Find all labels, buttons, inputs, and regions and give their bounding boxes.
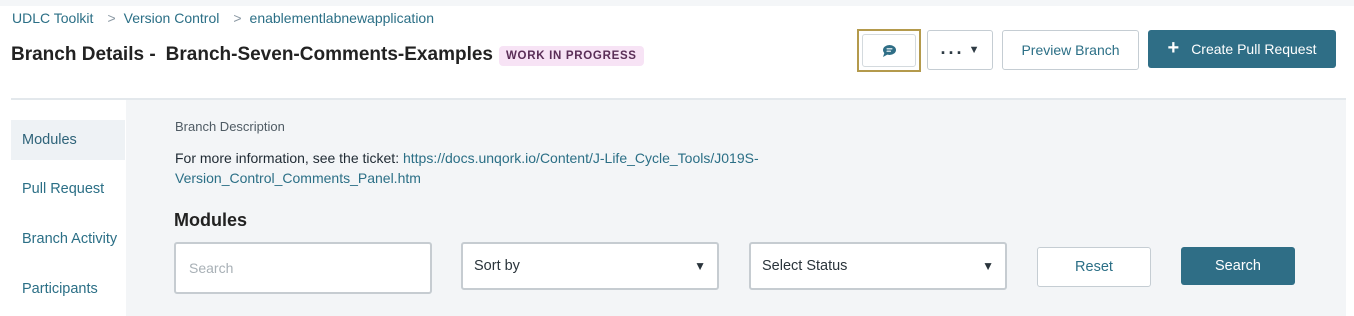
comment-bubble-icon [883,44,896,57]
reset-button[interactable]: Reset [1037,247,1151,287]
breadcrumb: UDLC Toolkit > Version Control > enablem… [12,10,434,26]
more-dots: ... [940,37,965,58]
sort-by-label: Sort by [474,258,520,274]
sidebar-item-participants[interactable]: Participants [11,269,125,309]
sort-by-select[interactable]: Sort by ▼ [461,242,719,290]
breadcrumb-separator: > [233,10,242,26]
comments-button-inner[interactable] [862,34,916,67]
breadcrumb-udlc-toolkit[interactable]: UDLC Toolkit [12,10,93,26]
top-border [0,0,1354,6]
create-pull-request-label: Create Pull Request [1191,41,1317,57]
breadcrumb-application[interactable]: enablementlabnewapplication [250,10,434,26]
modules-section-title: Modules [174,210,248,230]
branch-description-intro: For more information, see the ticket: [175,150,403,166]
chevron-down-icon: ▼ [982,259,994,273]
branch-name: Branch-Seven-Comments-Examples [165,44,493,65]
sidebar-item-pull-request[interactable]: Pull Request [11,169,125,209]
branch-description-text: For more information, see the ticket: ht… [175,148,875,188]
more-options-button[interactable]: ... ▼ [927,30,993,70]
branch-description-label: Branch Description [175,119,285,134]
comments-button[interactable] [857,29,921,72]
sidebar-item-modules[interactable]: Modules [11,120,125,160]
search-input[interactable] [174,242,432,294]
breadcrumb-version-control[interactable]: Version Control [124,10,220,26]
status-badge: WORK IN PROGRESS [499,46,644,66]
page-title: Branch Details - Branch-Seven-Comments-E… [11,44,493,66]
chevron-down-icon: ▼ [968,44,980,56]
preview-branch-button[interactable]: Preview Branch [1002,30,1139,70]
create-pull-request-button[interactable]: + Create Pull Request [1148,30,1336,68]
status-select-label: Select Status [762,258,848,274]
chevron-down-icon: ▼ [694,259,706,273]
page-title-prefix: Branch Details - [11,44,156,65]
plus-icon: + [1167,36,1180,59]
sidebar-item-branch-activity[interactable]: Branch Activity [11,219,125,259]
search-button[interactable]: Search [1181,247,1295,285]
status-select[interactable]: Select Status ▼ [749,242,1007,290]
sidebar: Modules Pull Request Branch Activity Par… [11,100,126,316]
main-panel: Branch Description For more information,… [126,100,1346,316]
breadcrumb-separator: > [107,10,116,26]
